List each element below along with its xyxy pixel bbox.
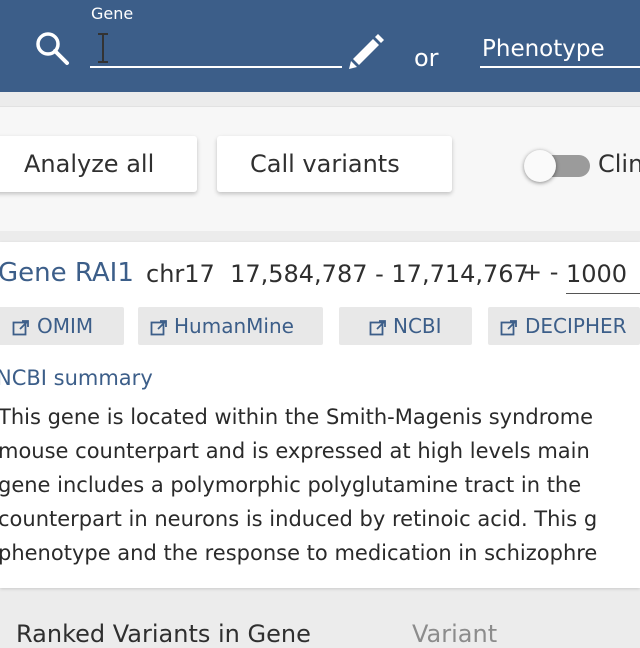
tab-ranked-variants[interactable]: Ranked Variants in Gene <box>16 620 311 648</box>
external-link-icon <box>500 318 518 342</box>
range-plus-minus-label: + - <box>522 258 559 286</box>
omim-link[interactable]: OMIM <box>0 307 124 345</box>
ncbi-summary-title: NCBI summary <box>0 366 153 390</box>
or-label: or <box>414 44 439 72</box>
range-input[interactable] <box>566 254 640 294</box>
humanmine-link-label: HumanMine <box>174 314 294 338</box>
text-cursor-icon <box>97 32 109 68</box>
decipher-link-label: DECIPHER <box>525 314 627 338</box>
external-link-icon <box>150 318 168 342</box>
gene-search-input[interactable] <box>90 30 342 68</box>
external-link-icon <box>12 318 30 342</box>
search-header: Gene or Phenotype <box>0 0 640 92</box>
summary-line: counterpart in neurons is induced by ret… <box>0 507 598 531</box>
toggle-label: Clin <box>598 150 640 178</box>
summary-line: phenotype and the response to medication… <box>0 541 598 565</box>
ncbi-link-label: NCBI <box>393 314 442 338</box>
analyze-all-label: Analyze all <box>24 150 155 178</box>
gene-coordinates: chr17 17,584,787 - 17,714,767 <box>146 260 529 288</box>
search-icon[interactable] <box>34 30 70 70</box>
analyze-all-button[interactable]: Analyze all <box>0 136 197 192</box>
summary-line: mouse counterpart and is expressed at hi… <box>0 439 590 463</box>
omim-link-label: OMIM <box>37 314 94 338</box>
gene-search-label: Gene <box>91 4 134 23</box>
pencil-icon[interactable] <box>347 33 385 75</box>
ncbi-link[interactable]: NCBI <box>339 307 472 345</box>
summary-line: gene includes a polymorphic polyglutamin… <box>0 473 582 497</box>
phenotype-input-underline[interactable] <box>480 66 640 68</box>
phenotype-search-link[interactable]: Phenotype <box>482 36 605 62</box>
tab-variant[interactable]: Variant <box>412 620 497 648</box>
gene-title: Gene RAI1 <box>0 258 134 288</box>
clinvar-toggle[interactable] <box>524 150 590 182</box>
humanmine-link[interactable]: HumanMine <box>138 307 323 345</box>
summary-line: This gene is located within the Smith-Ma… <box>0 405 594 429</box>
call-variants-button[interactable]: Call variants <box>217 136 452 192</box>
decipher-link[interactable]: DECIPHER <box>488 307 640 345</box>
toggle-knob[interactable] <box>524 150 556 182</box>
external-link-icon <box>369 318 387 342</box>
call-variants-label: Call variants <box>250 150 400 178</box>
